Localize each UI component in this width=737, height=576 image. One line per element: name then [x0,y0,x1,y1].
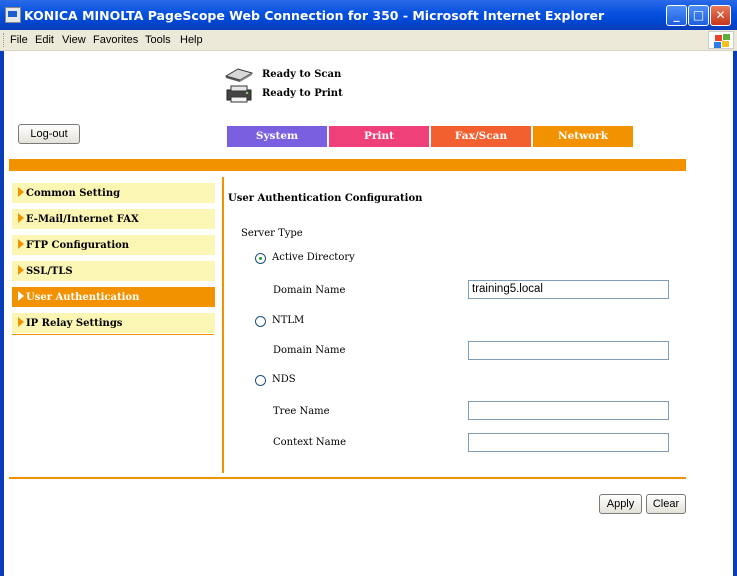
sidebar-item-label: User Authentication [26,292,140,303]
close-button[interactable]: ✕ [710,5,731,26]
menu-edit[interactable]: Edit [35,34,54,46]
tab-system[interactable]: System [227,126,327,147]
context-name-label: Context Name [273,437,346,448]
tree-name-label: Tree Name [273,406,330,417]
arrow-right-icon [18,265,24,275]
arrow-right-icon [18,213,24,223]
clear-button[interactable]: Clear [646,494,686,514]
page-content: Ready to Scan Ready to Print Log-out Sys… [4,51,733,576]
radio-active-directory[interactable] [255,253,266,264]
radio-ntlm[interactable] [255,316,266,327]
nds-label: NDS [272,374,296,385]
arrow-right-icon [18,291,24,301]
window-frame-right [733,51,737,576]
window-titlebar[interactable]: KONICA MINOLTA PageScope Web Connection … [0,0,737,30]
menu-bar: File Edit View Favorites Tools Help [0,30,737,51]
tab-print[interactable]: Print [329,126,429,147]
tab-fax-scan[interactable]: Fax/Scan [431,126,531,147]
windows-logo-icon [708,31,734,49]
arrow-right-icon [18,317,24,327]
active-directory-label: Active Directory [272,252,355,263]
sidebar-item-label: Common Setting [26,188,121,199]
sidebar-item-label: IP Relay Settings [26,318,123,329]
menu-help[interactable]: Help [180,34,203,46]
menu-favorites[interactable]: Favorites [93,34,138,46]
scanner-icon [224,68,254,82]
sidebar-item-label: FTP Configuration [26,240,130,251]
logout-button[interactable]: Log-out [18,124,80,144]
arrow-right-icon [18,187,24,197]
ad-domain-name-input[interactable]: training5.local [468,280,669,299]
apply-button[interactable]: Apply [599,494,642,514]
context-name-input[interactable] [468,433,669,452]
sidebar-end-line [12,334,214,335]
ad-domain-name-label: Domain Name [273,285,346,296]
menu-view[interactable]: View [62,34,86,46]
sidebar-item-user-authentication[interactable]: User Authentication [12,287,215,307]
ntlm-domain-name-label: Domain Name [273,345,346,356]
sidebar-item-label: SSL/TLS [26,266,73,277]
sidebar-item-ip-relay-settings[interactable]: IP Relay Settings [12,313,215,333]
window-title: KONICA MINOLTA PageScope Web Connection … [24,8,605,23]
menubar-grip [3,33,7,47]
maximize-button[interactable]: □ [688,5,709,26]
tab-network[interactable]: Network [533,126,633,147]
sidebar-item-common-setting[interactable]: Common Setting [12,183,215,203]
menu-tools[interactable]: Tools [145,34,171,46]
scan-status-text: Ready to Scan [262,69,342,80]
sidebar-item-email-internet-fax[interactable]: E-Mail/Internet FAX [12,209,215,229]
vertical-divider [222,177,224,473]
footer-divider [9,477,686,479]
sidebar-item-label: E-Mail/Internet FAX [26,214,139,225]
tree-name-input[interactable] [468,401,669,420]
arrow-right-icon [18,239,24,249]
printer-icon [226,85,252,103]
minimize-button[interactable]: _ [666,5,687,26]
print-status-text: Ready to Print [262,88,343,99]
menu-file[interactable]: File [10,34,28,46]
sidebar-item-ssl-tls[interactable]: SSL/TLS [12,261,215,281]
ie-app-icon [5,7,21,23]
server-type-label: Server Type [241,228,303,239]
ntlm-label: NTLM [272,315,305,326]
ntlm-domain-name-input[interactable] [468,341,669,360]
sidebar-item-ftp-configuration[interactable]: FTP Configuration [12,235,215,255]
radio-nds[interactable] [255,375,266,386]
page-title: User Authentication Configuration [228,193,423,204]
header-divider [9,159,686,171]
